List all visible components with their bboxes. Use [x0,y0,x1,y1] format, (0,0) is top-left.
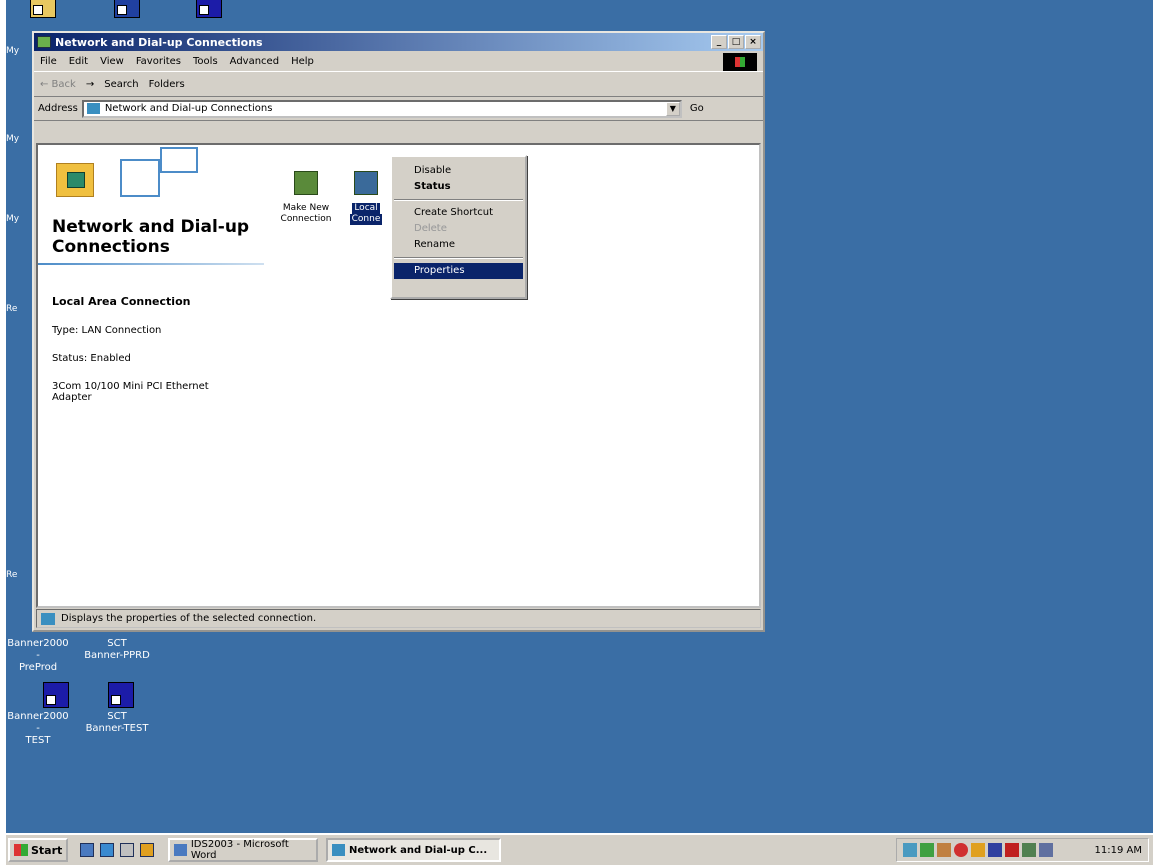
quick-launch [80,843,154,857]
network-folder-icon [332,844,345,856]
start-button[interactable]: Start [8,838,68,862]
tray-icon[interactable] [971,843,985,857]
desktop-icon-app[interactable] [114,0,140,21]
taskbar-button-network[interactable]: Network and Dial-up C... [326,838,501,862]
menu-favorites[interactable]: Favorites [136,56,181,67]
show-desktop-icon[interactable] [80,843,94,857]
network-folder-icon [86,103,100,114]
chevron-down-icon[interactable]: ▼ [665,101,680,116]
selected-item-type: Type: LAN Connection [52,325,162,336]
network-tray-icon[interactable] [903,843,917,857]
menu-tools[interactable]: Tools [193,56,218,67]
desktop-icon-my-documents[interactable] [30,0,56,21]
desktop-icon-sct-banner-pprd[interactable]: SCT Banner-PPRD [82,638,152,662]
tray-icon[interactable] [1039,843,1053,857]
desktop-icon-banner2000-test[interactable]: Banner2000 - TEST [7,682,88,747]
icon-label: SCT [107,638,127,649]
menu-view[interactable]: View [100,56,124,67]
sct-shortcut-icon [108,682,134,708]
desktop-icon-sct[interactable] [196,0,222,21]
menu-advanced[interactable]: Advanced [230,56,279,67]
desktop-edge-label: Re [6,570,18,580]
toolbar: ← Back → Search Folders [34,71,763,97]
folder-title: Network and Dial-up Connections [52,217,250,257]
icon-label: PreProd [18,662,58,673]
close-button[interactable]: × [745,35,761,49]
desktop-edge-label: Re [6,304,18,314]
media-player-icon[interactable] [140,843,154,857]
app-icon [114,0,140,18]
selected-item-name: Local Area Connection [52,295,191,308]
desktop-icon-banner2000-preprod[interactable]: Banner2000 - PreProd [6,638,70,674]
tray-icon[interactable] [937,843,951,857]
desktop-edge-label: My [6,214,20,224]
windows-logo-icon [723,53,757,71]
search-button[interactable]: Search [104,79,138,90]
address-bar: Address Network and Dial-up Connections … [34,97,763,121]
address-label: Address [38,103,78,114]
go-button[interactable]: Go [690,103,704,114]
network-banner-icon [50,147,200,211]
taskbar-button-word[interactable]: IDS2003 - Microsoft Word [168,838,318,862]
sct-icon [196,0,222,18]
outlook-icon[interactable] [120,843,134,857]
folder-icon [30,0,56,18]
menu-edit[interactable]: Edit [69,56,88,67]
title-bar[interactable]: Network and Dial-up Connections _ □ × [34,33,763,51]
menu-separator [394,199,523,201]
icon-label: Banner-TEST [85,723,149,734]
tray-icon[interactable] [920,843,934,857]
desktop-edge-label: My [6,134,20,144]
tray-icon[interactable] [1022,843,1036,857]
address-value: Network and Dial-up Connections [104,103,273,114]
sct-shortcut-icon [43,682,69,708]
icon-label: Banner2000 - [7,711,69,734]
icon-label: Banner2000 - [7,638,69,661]
menu-item-status[interactable]: Status [392,179,525,195]
desktop-icon-sct-banner-test[interactable]: SCT Banner-TEST [86,682,172,735]
icon-label: TEST [25,735,51,746]
windows-flag-icon [14,844,28,856]
network-folder-icon [37,36,51,48]
context-menu[interactable]: Disable Status Create Shortcut Delete Re… [390,155,527,299]
clock[interactable]: 11:19 AM [1095,845,1142,856]
menu-item-create-shortcut[interactable]: Create Shortcut [392,205,525,221]
selected-item-status: Status: Enabled [52,353,131,364]
menu-help[interactable]: Help [291,56,314,67]
tray-icon[interactable] [988,843,1002,857]
explorer-window[interactable]: Network and Dial-up Connections _ □ × Fi… [32,31,765,632]
status-bar: Displays the properties of the selected … [36,609,761,628]
taskbar: Start IDS2003 - Microsoft Word Network a… [6,833,1153,865]
desktop-edge-label: My [6,46,20,56]
menu-bar: File Edit View Favorites Tools Advanced … [34,51,763,71]
forward-button[interactable]: → [86,79,94,90]
menu-item-properties[interactable]: Properties [394,263,523,279]
status-text: Displays the properties of the selected … [61,613,317,624]
menu-item-rename[interactable]: Rename [392,237,525,253]
network-icon [41,612,55,625]
make-new-connection-item[interactable]: Make New Connection [276,171,336,225]
system-tray: 11:19 AM [896,838,1149,862]
new-connection-icon [294,171,318,195]
lan-connection-icon [354,171,378,195]
icon-label: SCT [107,711,127,722]
selected-item-adapter: 3Com 10/100 Mini PCI Ethernet Adapter [52,381,209,403]
word-icon [174,844,187,856]
title-divider [38,263,264,265]
menu-file[interactable]: File [40,56,57,67]
tray-icon[interactable] [1005,843,1019,857]
icon-label: Banner-PPRD [84,650,150,661]
internet-explorer-icon[interactable] [100,843,114,857]
menu-item-delete: Delete [414,223,447,234]
menu-separator [394,257,523,259]
window-title: Network and Dial-up Connections [55,35,263,49]
local-area-connection-item[interactable]: Local Conne [346,171,386,225]
address-input[interactable]: Network and Dial-up Connections ▼ [81,99,682,118]
menu-item-disable[interactable]: Disable [392,163,525,179]
antivirus-icon[interactable] [954,843,968,857]
maximize-button[interactable]: □ [728,35,744,49]
folders-button[interactable]: Folders [149,79,185,90]
minimize-button[interactable]: _ [711,35,727,49]
back-button[interactable]: ← Back [40,79,76,90]
